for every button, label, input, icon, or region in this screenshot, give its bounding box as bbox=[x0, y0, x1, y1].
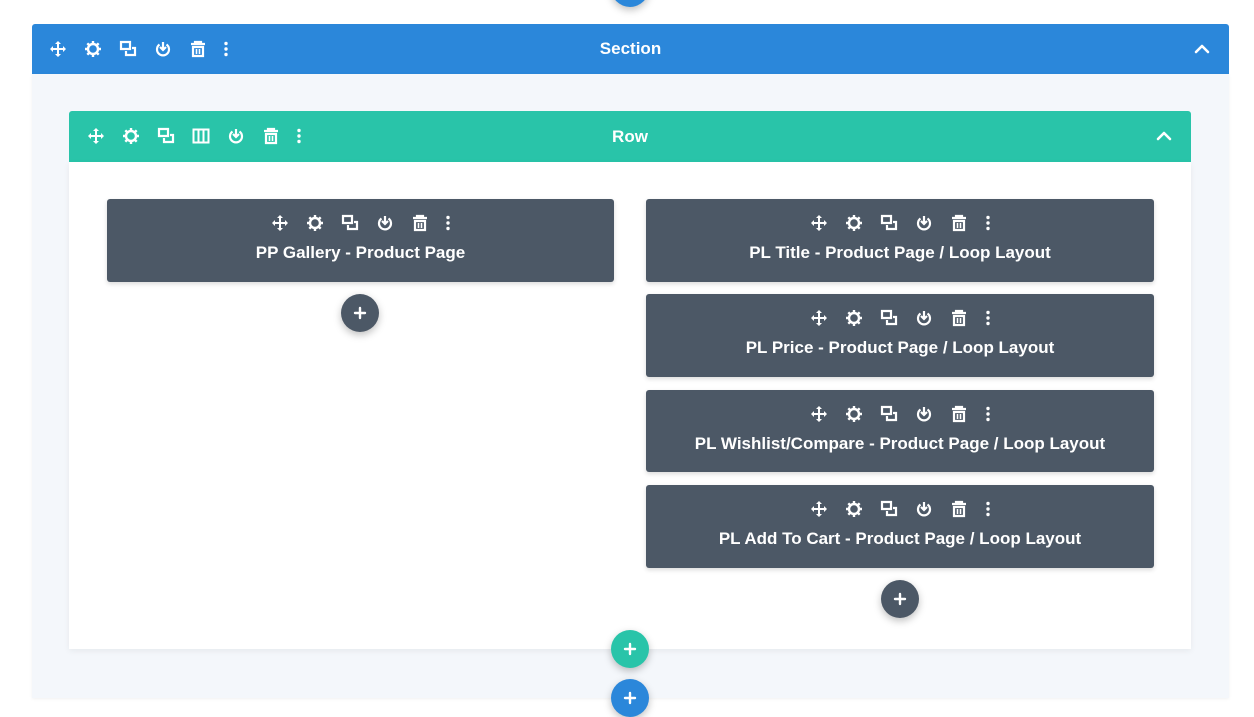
trash-icon[interactable] bbox=[942, 305, 977, 331]
duplicate-icon[interactable] bbox=[110, 36, 145, 62]
module-toolbar bbox=[802, 496, 999, 522]
gear-icon[interactable] bbox=[113, 123, 148, 149]
more-vertical-icon[interactable] bbox=[977, 305, 999, 331]
module-pl-add-to-cart[interactable]: PL Add To Cart - Product Page / Loop Lay… bbox=[646, 485, 1154, 568]
duplicate-icon[interactable] bbox=[148, 123, 183, 149]
gear-icon[interactable] bbox=[297, 210, 332, 236]
save-icon[interactable] bbox=[907, 401, 942, 427]
duplicate-icon[interactable] bbox=[872, 401, 907, 427]
trash-icon[interactable] bbox=[942, 210, 977, 236]
move-icon[interactable] bbox=[802, 496, 837, 522]
plus-icon bbox=[893, 592, 907, 606]
more-vertical-icon[interactable] bbox=[288, 123, 310, 149]
add-row-button[interactable] bbox=[611, 630, 649, 668]
gear-icon[interactable] bbox=[75, 36, 110, 62]
module-title: PP Gallery - Product Page bbox=[255, 243, 466, 262]
module-pl-wishlist-compare[interactable]: PL Wishlist/Compare - Product Page / Loo… bbox=[646, 390, 1154, 472]
module-toolbar bbox=[802, 305, 999, 331]
save-icon[interactable] bbox=[218, 123, 253, 149]
plus-icon bbox=[353, 306, 367, 320]
gear-icon[interactable] bbox=[837, 305, 872, 331]
move-icon[interactable] bbox=[802, 210, 837, 236]
module-toolbar bbox=[802, 210, 999, 236]
move-icon[interactable] bbox=[262, 210, 297, 236]
module-toolbar bbox=[802, 401, 999, 427]
plus-icon bbox=[623, 642, 637, 656]
module-title: PL Wishlist/Compare - Product Page / Loo… bbox=[694, 434, 1106, 453]
more-vertical-icon[interactable] bbox=[215, 36, 237, 62]
module-pp-gallery[interactable]: PP Gallery - Product Page bbox=[107, 199, 614, 282]
columns-icon[interactable] bbox=[183, 123, 218, 149]
duplicate-icon[interactable] bbox=[872, 210, 907, 236]
module-title: PL Price - Product Page / Loop Layout bbox=[745, 338, 1055, 357]
module-toolbar bbox=[262, 210, 459, 236]
duplicate-icon[interactable] bbox=[872, 496, 907, 522]
add-module-button-col2[interactable] bbox=[881, 580, 919, 618]
add-module-button-col1[interactable] bbox=[341, 294, 379, 332]
chevron-up-icon[interactable] bbox=[1189, 36, 1215, 62]
more-vertical-icon[interactable] bbox=[977, 210, 999, 236]
plus-icon bbox=[623, 691, 637, 705]
section-toolbar bbox=[40, 36, 237, 62]
move-icon[interactable] bbox=[802, 305, 837, 331]
chevron-up-icon[interactable] bbox=[1151, 123, 1177, 149]
module-title: PL Title - Product Page / Loop Layout bbox=[749, 243, 1051, 262]
row-title: Row bbox=[612, 126, 648, 146]
row-toolbar bbox=[78, 123, 310, 149]
more-vertical-icon[interactable] bbox=[437, 210, 459, 236]
trash-icon[interactable] bbox=[942, 496, 977, 522]
more-vertical-icon[interactable] bbox=[977, 401, 999, 427]
save-icon[interactable] bbox=[145, 36, 180, 62]
move-icon[interactable] bbox=[802, 401, 837, 427]
row-header[interactable]: Row bbox=[69, 111, 1191, 162]
gear-icon[interactable] bbox=[837, 401, 872, 427]
duplicate-icon[interactable] bbox=[872, 305, 907, 331]
save-icon[interactable] bbox=[907, 496, 942, 522]
save-icon[interactable] bbox=[367, 210, 402, 236]
add-section-button-top[interactable] bbox=[611, 0, 649, 7]
move-icon[interactable] bbox=[40, 36, 75, 62]
add-section-button-bottom[interactable] bbox=[611, 679, 649, 717]
trash-icon[interactable] bbox=[402, 210, 437, 236]
module-pl-price[interactable]: PL Price - Product Page / Loop Layout bbox=[646, 294, 1154, 377]
move-icon[interactable] bbox=[78, 123, 113, 149]
module-title: PL Add To Cart - Product Page / Loop Lay… bbox=[718, 529, 1082, 548]
gear-icon[interactable] bbox=[837, 210, 872, 236]
section-title: Section bbox=[599, 39, 662, 58]
save-icon[interactable] bbox=[907, 305, 942, 331]
section-header[interactable]: Section bbox=[32, 24, 1229, 74]
module-pl-title[interactable]: PL Title - Product Page / Loop Layout bbox=[646, 199, 1154, 282]
save-icon[interactable] bbox=[907, 210, 942, 236]
gear-icon[interactable] bbox=[837, 496, 872, 522]
more-vertical-icon[interactable] bbox=[977, 496, 999, 522]
trash-icon[interactable] bbox=[253, 123, 288, 149]
duplicate-icon[interactable] bbox=[332, 210, 367, 236]
trash-icon[interactable] bbox=[180, 36, 215, 62]
trash-icon[interactable] bbox=[942, 401, 977, 427]
